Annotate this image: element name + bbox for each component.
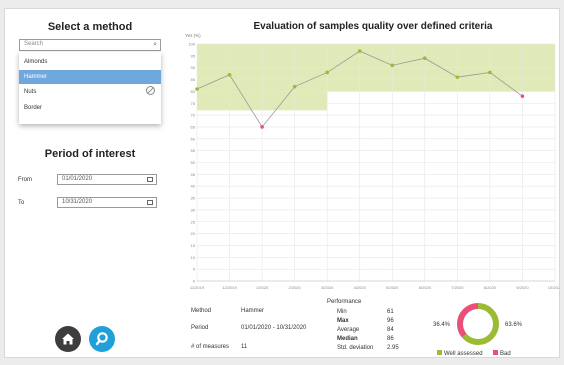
y-tick-label: 100 [188,42,195,47]
to-label: To [18,200,25,206]
from-label: From [18,177,32,183]
select-method-title: Select a method [47,21,133,33]
period-value: 01/01/2020 - 10/31/2020 [241,325,307,331]
method-option[interactable]: Border [19,101,161,115]
donut-left-pct: 36.4% [433,322,451,328]
quality-line-chart: Yes (%) 0 5 10 15 20 25 30 35 40 45 50 55 60 65 70 75 80 8… [185,33,559,290]
search-icon [95,332,108,346]
data-point [520,94,525,98]
x-tick-label: 1/2020 [256,285,269,290]
from-date-input[interactable]: 01/01/2020 [57,174,157,185]
stat-min-value: 61 [387,309,394,315]
y-tick-label: 35 [191,196,196,201]
method-option-selected[interactable]: Hammer [19,70,161,84]
measures-label: # of measures [191,344,230,350]
data-point [227,73,232,77]
stat-median-value: 86 [387,336,394,342]
y-axis-label: Yes (%) [185,33,201,38]
y-tick-label: 50 [191,160,196,165]
x-tick-label: 5/2020 [386,285,399,290]
method-label: Method [191,308,212,314]
legend-well-swatch [437,350,442,355]
y-tick-label: 40 [191,184,196,189]
y-tick-label: 45 [191,172,196,177]
y-tick-label: 0 [193,279,196,284]
y-tick-label: 65 [191,124,196,129]
data-point [488,70,492,75]
x-tick-label: 4/2020 [354,285,367,290]
to-date-input[interactable]: 10/31/2020 [57,197,157,208]
x-tick-label: 12/2019 [222,285,237,290]
method-option-label: Nuts [24,89,37,95]
y-tick-label: 25 [191,219,196,224]
calendar-icon[interactable] [147,177,153,182]
donut-legend-well: Well assessed [437,350,483,357]
method-option[interactable]: Nuts [19,85,161,99]
period-title: Period of interest [44,148,136,160]
method-value: Hammer [241,308,265,314]
legend-well-label: Well assessed [444,351,483,357]
y-tick-label: 70 [191,113,196,118]
to-date-value: 10/31/2020 [62,199,93,205]
stat-max-value: 96 [387,318,394,324]
donut-right-pct: 63.6% [505,322,523,328]
y-tick-label: 80 [191,89,196,94]
legend-bad-label: Bad [500,351,511,357]
from-date-value: 01/01/2020 [62,176,93,182]
period-label: Period [191,325,209,331]
y-tick-label: 5 [193,267,196,272]
measures-value: 11 [241,344,248,350]
app-frame: Select a method Search ⌕ Almonds Hammer … [4,8,560,358]
quality-donut-chart [457,303,499,345]
not-allowed-icon [146,86,155,95]
home-button[interactable] [55,326,81,352]
home-icon [62,333,74,345]
stat-average-value: 84 [387,327,394,333]
y-tick-label: 15 [191,243,196,248]
y-tick-label: 30 [191,207,196,212]
stats-title: Performance [327,299,362,305]
data-point [357,49,362,53]
y-tick-label: 75 [191,101,196,106]
x-tick-label: 10/2020 [548,285,559,290]
stat-min-label: Min [337,309,347,315]
stat-average-label: Average [337,327,360,333]
method-option[interactable]: Almonds [19,55,161,69]
x-tick-label: 2/2020 [289,285,302,290]
search-placeholder: Search [24,41,44,47]
legend-bad-swatch [493,350,498,355]
data-point [390,63,395,68]
method-dropdown[interactable]: Almonds Hammer Nuts Border [19,52,161,124]
data-point [325,70,329,75]
stat-median-label: Median [337,336,358,342]
y-tick-label: 85 [191,77,196,82]
search-button[interactable] [89,326,115,352]
data-point [195,87,199,91]
data-point [292,84,297,89]
y-tick-label: 90 [191,65,196,70]
y-tick-label: 55 [191,148,196,153]
stat-stddev-value: 2.95 [387,345,399,351]
data-point [260,125,264,129]
search-icon[interactable]: ⌕ [153,41,157,49]
x-tick-label: 9/2020 [516,285,529,290]
calendar-icon[interactable] [147,200,153,205]
x-tick-label: 6/2020 [419,285,432,290]
method-search-input[interactable]: Search ⌕ [19,39,161,51]
donut-legend-bad: Bad [493,350,511,357]
x-tick-label: 8/2020 [484,285,497,290]
data-point [455,75,460,79]
x-tick-label: 3/2020 [321,285,334,290]
x-tick-label: 11/2019 [190,285,205,290]
data-point [423,56,427,61]
x-tick-label: 7/2020 [451,285,464,290]
y-tick-label: 20 [191,231,196,236]
y-tick-label: 10 [191,255,196,260]
stat-max-label: Max [337,318,349,324]
stat-stddev-label: Std. deviation [337,345,374,351]
y-tick-label: 60 [191,136,196,141]
y-tick-label: 95 [191,53,196,58]
